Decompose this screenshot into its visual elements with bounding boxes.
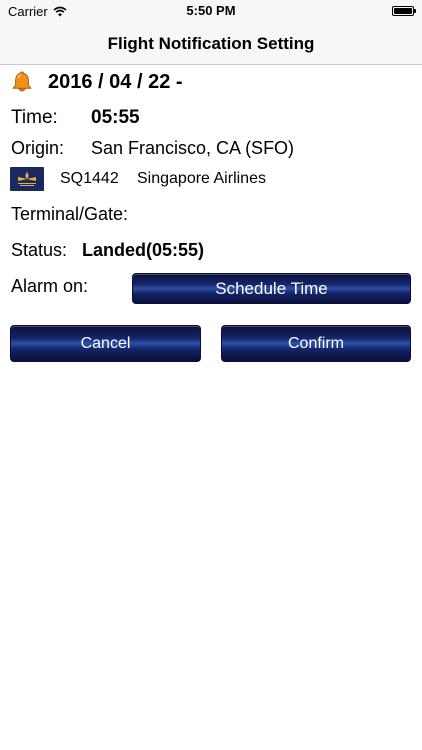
confirm-button[interactable]: Confirm <box>221 325 411 362</box>
flight-date: 2016 / 04 / 22 - <box>48 70 183 93</box>
airline-logo-icon <box>10 167 44 191</box>
origin-value: San Francisco, CA (SFO) <box>91 138 295 158</box>
status-bar: Carrier 5:50 PM <box>0 0 422 22</box>
battery-fill <box>394 8 412 14</box>
bell-icon <box>12 71 32 92</box>
origin-row: Origin: San Francisco, CA (SFO) <box>11 138 294 159</box>
clock: 5:50 PM <box>186 3 236 18</box>
airline-name: Singapore Airlines <box>137 170 266 187</box>
confirm-button-label: Confirm <box>287 335 344 352</box>
cancel-button-label: Cancel <box>80 335 131 352</box>
time-value: 05:55 <box>91 107 140 128</box>
terminal-row: Terminal/Gate: <box>11 204 128 225</box>
time-label: Time: <box>11 107 58 128</box>
battery-icon <box>392 6 416 16</box>
page-title: Flight Notification Setting <box>107 34 315 53</box>
alarm-schedule-time-button[interactable]: Schedule Time <box>132 273 411 304</box>
alarm-label: Alarm on: <box>11 276 89 296</box>
flight-number: SQ1442 <box>60 170 119 187</box>
status-row: Status: Landed(05:55) <box>11 240 204 261</box>
alarm-row: Alarm on: <box>11 276 88 297</box>
airline-row: SQ1442 Singapore Airlines <box>10 167 266 191</box>
time-row: Time: 05:55 <box>11 107 140 129</box>
status-label: Status: <box>11 240 68 260</box>
status-value: Landed(05:55) <box>82 240 205 260</box>
origin-label: Origin: <box>11 138 65 158</box>
alarm-selected-label: Schedule Time <box>215 279 328 298</box>
terminal-label: Terminal/Gate: <box>11 204 129 224</box>
navigation-bar: Flight Notification Setting <box>0 22 422 65</box>
cancel-button[interactable]: Cancel <box>10 325 201 362</box>
date-row: 2016 / 04 / 22 - <box>10 70 183 94</box>
